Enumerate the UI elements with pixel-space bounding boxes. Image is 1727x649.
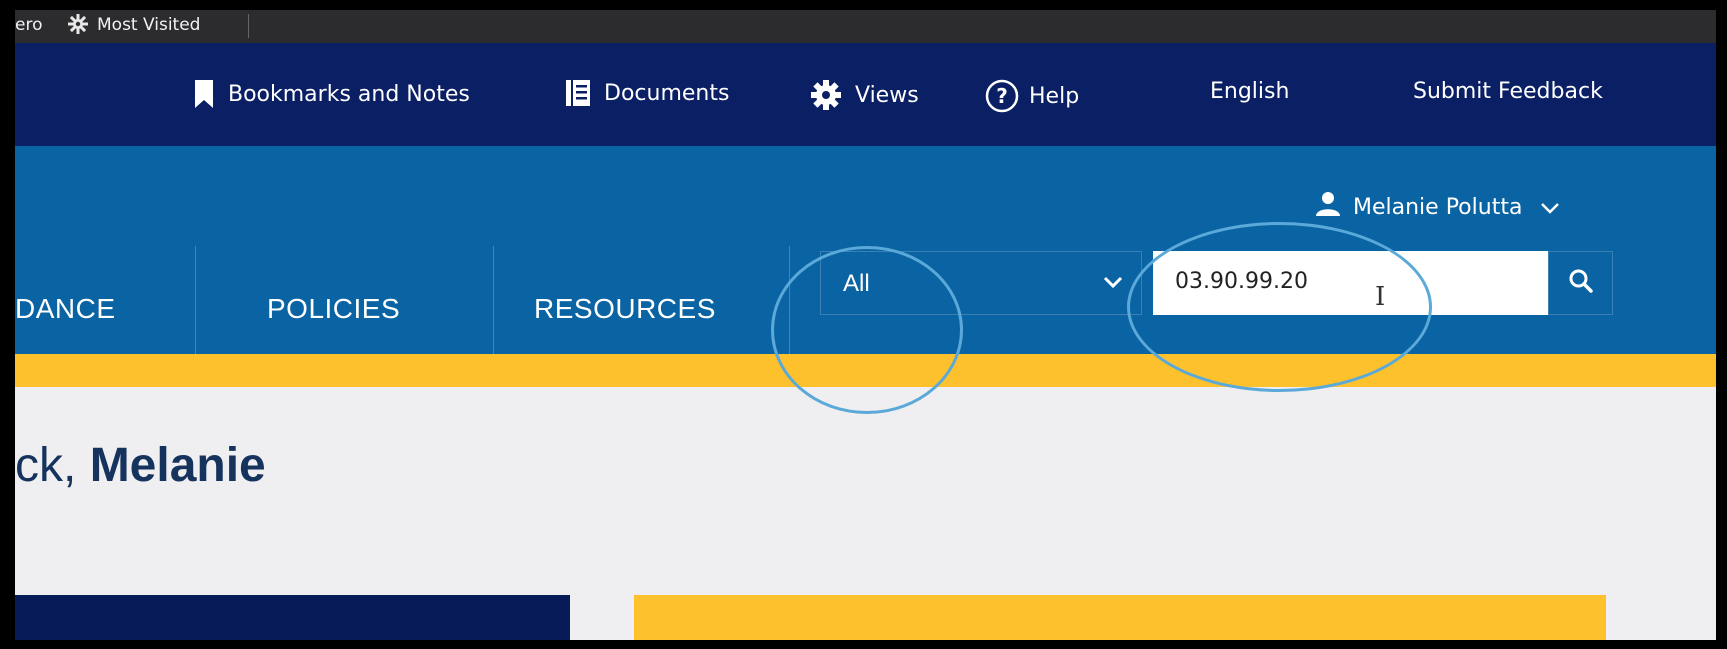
browser-bookmarks-bar: ero Most Visited [15,10,1716,43]
documents-link[interactable]: Documents [565,79,729,107]
browser-viewport: ero Most Visited Bookmarks and Notes Doc… [15,10,1716,640]
svg-text:?: ? [996,84,1008,108]
search-input[interactable]: 03.90.99.20 [1153,251,1548,315]
user-icon [1315,191,1341,223]
gear-icon [67,13,89,40]
help-icon: ? [985,79,1019,113]
bookmark-most-visited[interactable]: Most Visited [97,15,200,35]
header-accent-band [15,354,1716,387]
main-header: Melanie Polutta DANCE POLICIES RESOURCES… [15,146,1716,354]
bookmarks-divider [248,14,249,38]
submit-feedback-link[interactable]: Submit Feedback [1413,79,1603,104]
search-scope-value: All [843,270,870,297]
bookmark-icon [193,79,215,109]
search-query: 03.90.99.20 [1175,269,1308,294]
welcome-prefix: ck, [15,439,77,492]
user-menu[interactable]: Melanie Polutta [1315,191,1560,223]
help-link[interactable]: ? Help [985,79,1079,113]
bookmarks-notes-label: Bookmarks and Notes [228,81,470,107]
screenshot-frame: ero Most Visited Bookmarks and Notes Doc… [0,0,1727,649]
views-label: Views [855,82,919,108]
nav-divider [195,246,196,354]
nav-item-resources[interactable]: RESOURCES [534,293,716,325]
dashboard-card-yellow [634,595,1606,640]
chevron-down-icon [1540,195,1560,220]
nav-item-policies[interactable]: POLICIES [267,293,400,325]
bookmark-item-truncated[interactable]: ero [15,15,42,35]
text-cursor-icon: I [1375,282,1386,312]
user-name: Melanie Polutta [1353,194,1523,220]
help-label: Help [1029,83,1080,109]
chevron-down-icon [1103,274,1123,293]
search-icon [1568,268,1594,298]
language-label: English [1210,79,1290,104]
nav-item-guidance[interactable]: DANCE [15,293,116,325]
welcome-heading: ck, Melanie [15,438,266,493]
welcome-name: Melanie [89,439,266,492]
nav-divider [789,246,790,354]
feedback-label: Submit Feedback [1413,79,1603,104]
views-link[interactable]: Views [810,79,919,111]
search-scope-select[interactable]: All [820,251,1142,315]
language-selector[interactable]: English [1210,79,1289,104]
bookmarks-notes-link[interactable]: Bookmarks and Notes [193,79,470,109]
nav-divider [493,246,494,354]
dashboard-card-dark [15,595,570,640]
cog-icon [810,79,842,111]
documents-label: Documents [604,80,730,106]
search-button[interactable] [1548,251,1613,315]
utility-nav: Bookmarks and Notes Documents Views ? He… [15,43,1716,146]
documents-icon [565,79,591,107]
